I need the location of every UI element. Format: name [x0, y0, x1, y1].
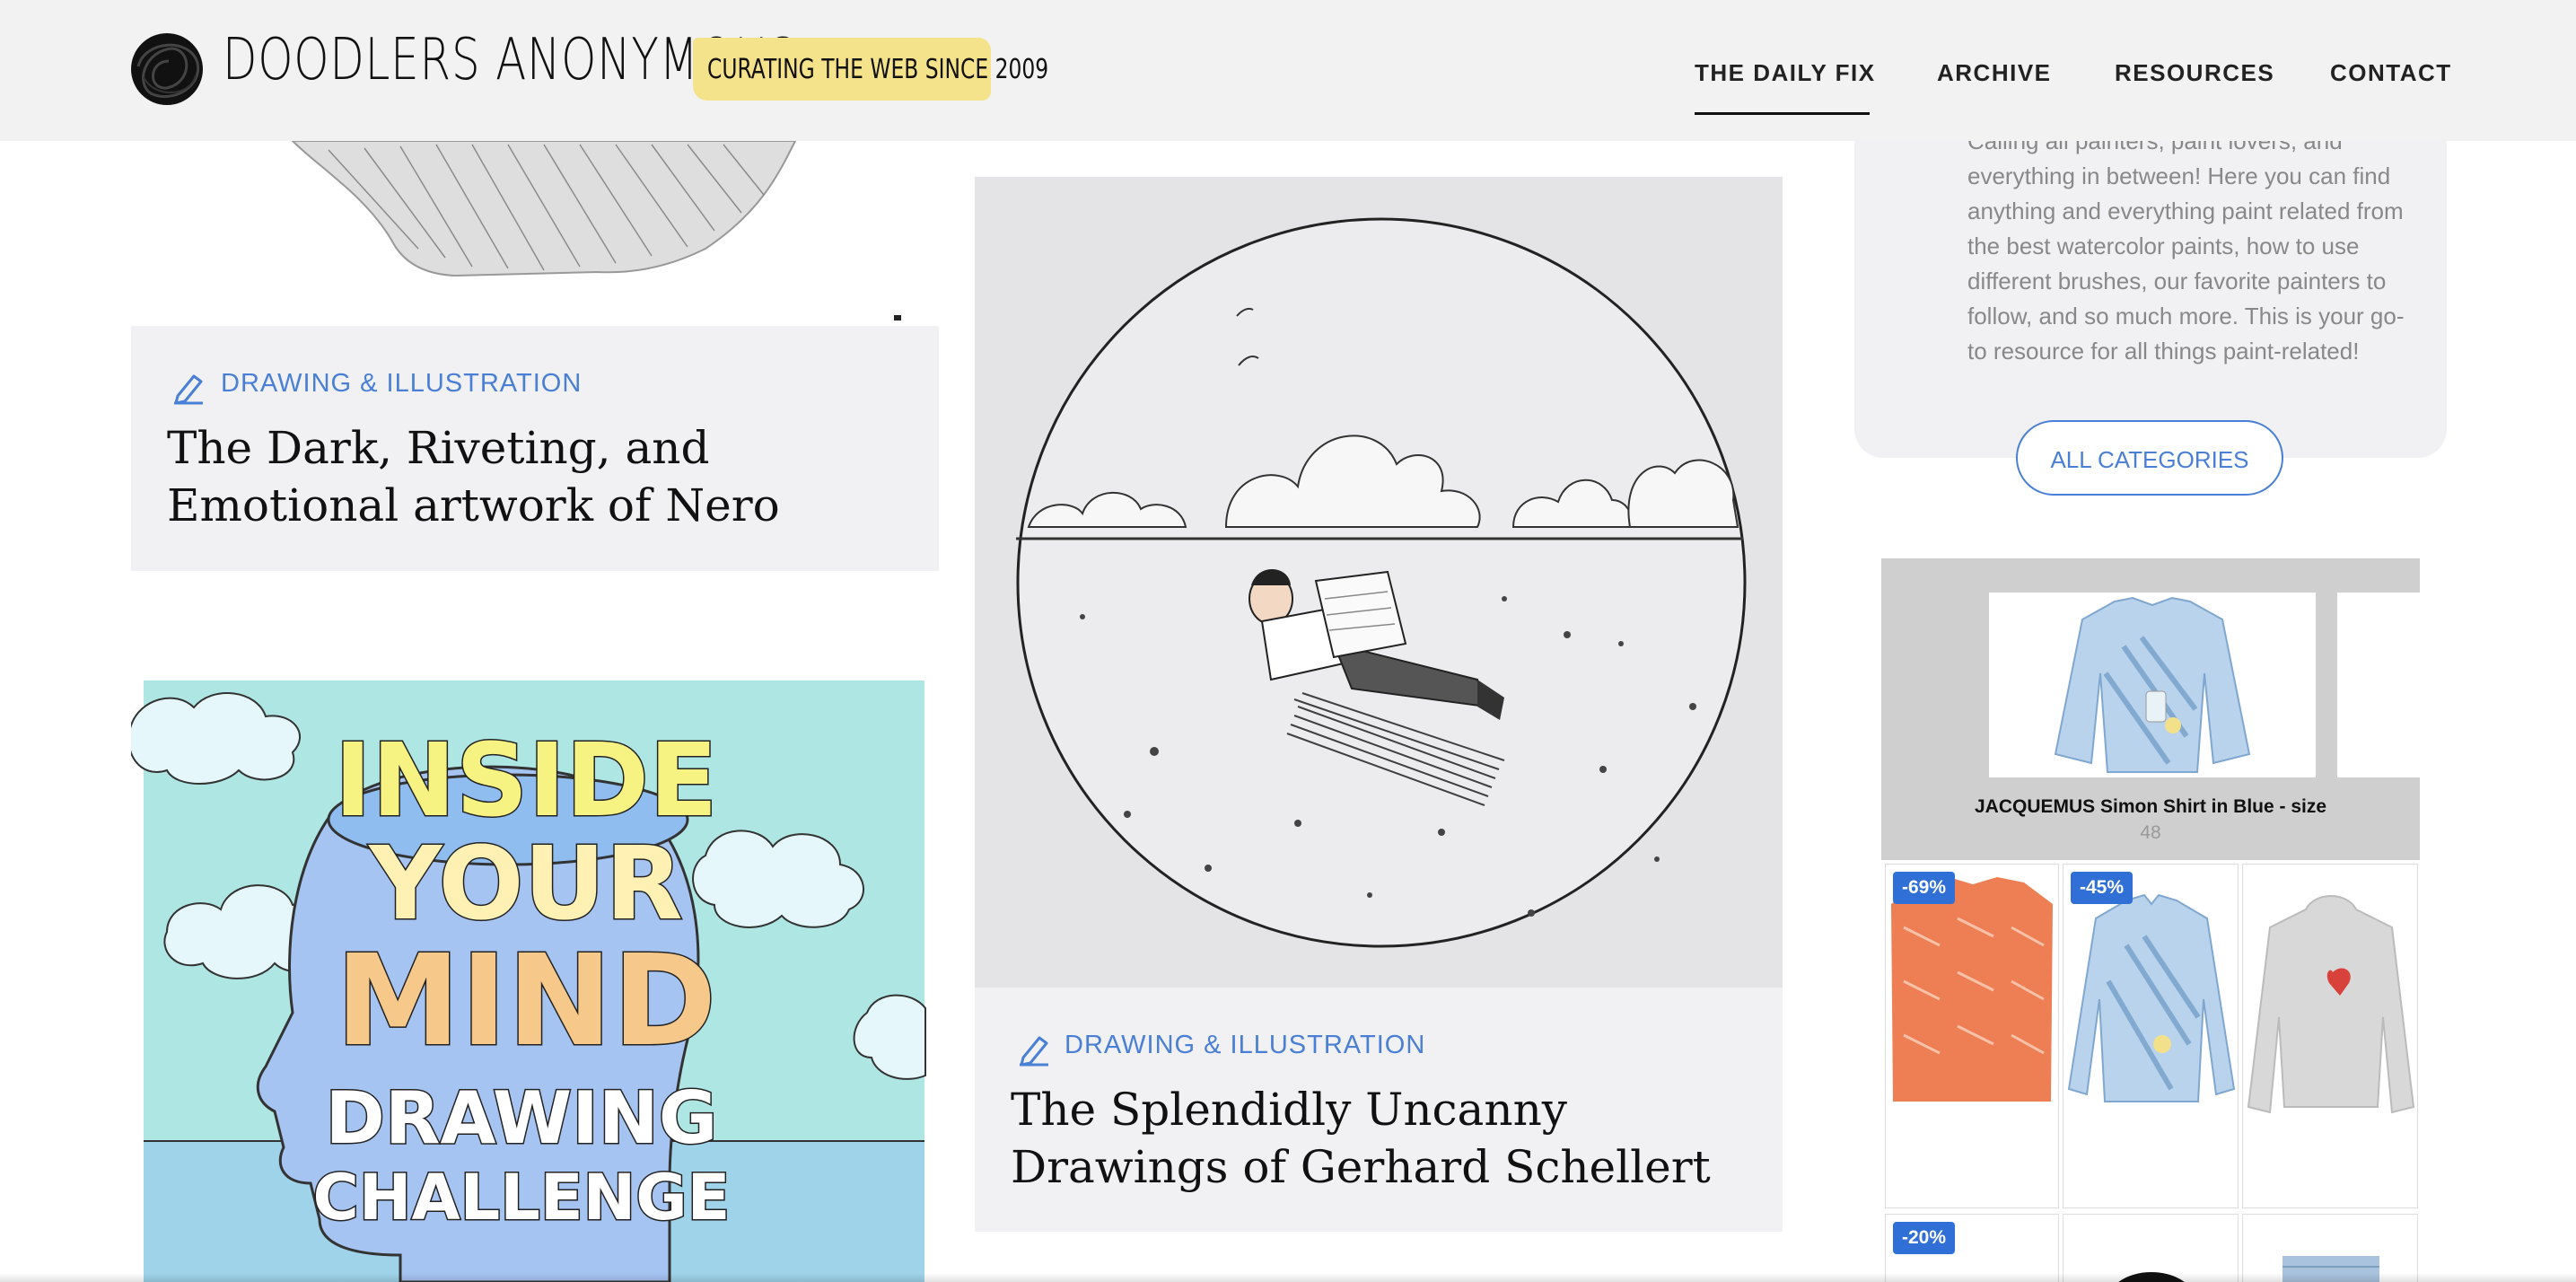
product-tile[interactable]: -45% — [2063, 864, 2239, 1208]
pencil-icon — [174, 374, 203, 405]
bottom-shadow — [0, 1273, 2576, 1282]
sidebar-advertisement[interactable]: JACQUEMUS Simon Shirt in Blue - size 48 … — [1881, 558, 2420, 1282]
nav-the-daily-fix[interactable]: THE DAILY FIX — [1695, 59, 1876, 87]
next-product-image[interactable] — [2337, 593, 2420, 777]
product-tile[interactable] — [2242, 1214, 2418, 1282]
product-tile[interactable] — [2242, 864, 2418, 1208]
tagline-badge: CURATING THE WEB SINCE 2009 — [693, 38, 1048, 101]
discount-badge: -69% — [1893, 872, 1956, 904]
featured-product-image[interactable] — [1989, 593, 2316, 777]
post-title[interactable]: The Splendidly Uncanny Drawings of Gerha… — [1011, 1081, 1765, 1196]
post-category[interactable]: DRAWING & ILLUSTRATION — [221, 369, 582, 399]
featured-product-caption[interactable]: JACQUEMUS Simon Shirt in Blue - size 48 — [1962, 794, 2339, 846]
nav-resources[interactable]: RESOURCES — [2115, 59, 2274, 87]
post-image-nero[interactable] — [131, 141, 939, 326]
poster-line-your: YOUR — [367, 826, 683, 943]
pencil-icon — [1020, 1036, 1048, 1067]
post-category[interactable]: DRAWING & ILLUSTRATION — [1065, 1031, 1425, 1060]
product-name: JACQUEMUS Simon Shirt in Blue - size — [1974, 796, 2327, 817]
active-nav-underline — [1695, 112, 1870, 115]
ad-featured-product[interactable]: JACQUEMUS Simon Shirt in Blue - size 48 — [1881, 558, 2420, 860]
tagline-text: CURATING THE WEB SINCE 2009 — [707, 54, 1049, 85]
product-tile[interactable]: -69% — [1885, 864, 2059, 1208]
discount-badge: -45% — [2071, 872, 2134, 904]
product-tile[interactable]: -20% — [1885, 1214, 2059, 1282]
category-description-text: Calling all painters, paint lovers, and … — [1967, 127, 2405, 364]
poster-line-inside: INSIDE — [334, 723, 717, 839]
post-image-inside-your-mind[interactable]: INSIDE YOUR MIND DRAWING CHALLENGE — [131, 681, 939, 1282]
nav-contact[interactable]: CONTACT — [2330, 59, 2452, 87]
logo-scribble-icon[interactable] — [127, 31, 206, 108]
post-card-nero[interactable]: DRAWING & ILLUSTRATION The Dark, Rivetin… — [131, 326, 939, 571]
post-image-schellert[interactable] — [975, 177, 1783, 988]
discount-badge: -20% — [1893, 1222, 1956, 1254]
post-card-schellert[interactable]: DRAWING & ILLUSTRATION The Splendidly Un… — [975, 988, 1783, 1232]
nav-archive[interactable]: ARCHIVE — [1937, 59, 2052, 87]
post-title[interactable]: The Dark, Riveting, and Emotional artwor… — [167, 419, 921, 534]
site-header: DOODLERS ANONYMOUS CURATING THE WEB SINC… — [0, 0, 2576, 141]
poster-line-drawing: DRAWING — [326, 1076, 718, 1160]
product-tile[interactable] — [2063, 1214, 2239, 1282]
poster-line-mind: MIND — [336, 928, 717, 1075]
product-size: 48 — [2140, 822, 2161, 843]
poster-line-challenge: CHALLENGE — [312, 1161, 730, 1234]
all-categories-button[interactable]: ALL CATEGORIES — [2016, 420, 2283, 496]
